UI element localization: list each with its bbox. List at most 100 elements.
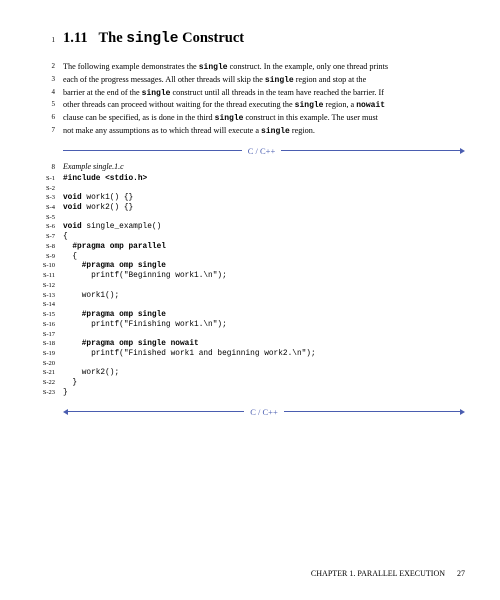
para-text: not make any assumptions as to which thr… (63, 125, 465, 138)
code-line: S-17 (20, 331, 465, 341)
code-text: } (63, 389, 68, 399)
example-filename-row: 8 Example single.1.c (20, 162, 465, 171)
code-text: } (63, 379, 77, 389)
code-text (63, 331, 68, 341)
code-line-number: S-15 (20, 311, 63, 319)
code-line: S-7{ (20, 233, 465, 243)
code-line-number: S-14 (20, 301, 63, 309)
code-text: work2(); (63, 369, 119, 379)
code-line: S-4void work2() {} (20, 204, 465, 214)
code-line: S-22 } (20, 379, 465, 389)
code-text: { (63, 233, 68, 243)
para-line-1: 2 The following example demonstrates the… (20, 61, 465, 74)
code-text: void work1() {} (63, 194, 133, 204)
code-text: void single_example() (63, 223, 161, 233)
code-line-number: S-7 (20, 233, 63, 241)
code-line-number: S-6 (20, 223, 63, 231)
triangle-right-icon (460, 148, 465, 154)
code-line: S-2 (20, 185, 465, 195)
rule-line (281, 150, 460, 151)
rule-line (284, 411, 460, 412)
code-line-number: S-12 (20, 282, 63, 290)
code-line: S-10 #pragma omp single (20, 262, 465, 272)
code-line: S-14 (20, 301, 465, 311)
para-line-4: 5 other threads can proceed without wait… (20, 99, 465, 112)
lang-label: C / C++ (242, 146, 282, 156)
code-line-number: S-8 (20, 243, 63, 251)
code-block: S-1#include <stdio.h>S-2 S-3void work1()… (20, 175, 465, 399)
para-margin: 2 (20, 61, 63, 71)
heading-mono: single (126, 31, 178, 47)
code-line: S-15 #pragma omp single (20, 311, 465, 321)
code-text: #include <stdio.h> (63, 175, 147, 185)
para-margin: 7 (20, 125, 63, 135)
code-line-number: S-2 (20, 185, 63, 193)
para-margin: 3 (20, 74, 63, 84)
para-text: each of the progress messages. All other… (63, 74, 465, 87)
code-line: S-1#include <stdio.h> (20, 175, 465, 185)
code-line: S-23} (20, 389, 465, 399)
para-margin: 6 (20, 112, 63, 122)
code-line-number: S-17 (20, 331, 63, 339)
code-text (63, 185, 68, 195)
heading-after: Construct (178, 30, 244, 46)
code-text (63, 282, 68, 292)
code-line-number: S-19 (20, 350, 63, 358)
code-line: S-21 work2(); (20, 369, 465, 379)
code-line-number: S-22 (20, 379, 63, 387)
code-text: printf("Beginning work1.\n"); (63, 272, 227, 282)
example-margin: 8 (20, 162, 63, 171)
code-text: { (63, 253, 77, 263)
rule-line (68, 411, 244, 412)
para-text: clause can be specified, as is done in t… (63, 112, 465, 125)
lang-rule-bottom: C / C++ (63, 407, 465, 417)
code-text: #pragma omp single (63, 262, 166, 272)
code-line: S-13 work1(); (20, 292, 465, 302)
code-line-number: S-23 (20, 389, 63, 397)
lang-rule-top: C / C++ (63, 146, 465, 156)
code-text (63, 214, 68, 224)
para-line-6: 7 not make any assumptions as to which t… (20, 125, 465, 138)
rule-line (63, 150, 242, 151)
example-filename: Example single.1.c (63, 162, 124, 171)
code-line-number: S-18 (20, 340, 63, 348)
code-text: #pragma omp single nowait (63, 340, 199, 350)
code-line: S-11 printf("Beginning work1.\n"); (20, 272, 465, 282)
chapter-label: CHAPTER 1. PARALLEL EXECUTION (311, 569, 445, 578)
para-line-5: 6 clause can be specified, as is done in… (20, 112, 465, 125)
code-line: S-18 #pragma omp single nowait (20, 340, 465, 350)
code-line-number: S-9 (20, 253, 63, 261)
code-line-number: S-10 (20, 262, 63, 270)
para-line-3: 4 barrier at the end of the single const… (20, 87, 465, 100)
code-text: work1(); (63, 292, 119, 302)
para-margin: 5 (20, 99, 63, 109)
para-text: barrier at the end of the single constru… (63, 87, 465, 100)
code-line-number: S-20 (20, 360, 63, 368)
code-text: #pragma omp parallel (63, 243, 166, 253)
code-line: S-12 (20, 282, 465, 292)
code-text: #pragma omp single (63, 311, 166, 321)
code-text: printf("Finished work1 and beginning wor… (63, 350, 316, 360)
para-line-2: 3 each of the progress messages. All oth… (20, 74, 465, 87)
code-text (63, 360, 68, 370)
para-text: other threads can proceed without waitin… (63, 99, 465, 112)
heading-margin-num: 1 (20, 36, 63, 44)
code-line-number: S-13 (20, 292, 63, 300)
code-text (63, 301, 68, 311)
code-line: S-16 printf("Finishing work1.\n"); (20, 321, 465, 331)
code-line: S-9 { (20, 253, 465, 263)
section-heading-row: 1 1.11 The single Construct (20, 30, 465, 47)
code-text: printf("Finishing work1.\n"); (63, 321, 227, 331)
lang-label: C / C++ (244, 407, 284, 417)
code-line: S-5 (20, 214, 465, 224)
code-line: S-8 #pragma omp parallel (20, 243, 465, 253)
para-text: The following example demonstrates the s… (63, 61, 465, 74)
code-text: void work2() {} (63, 204, 133, 214)
code-line-number: S-5 (20, 214, 63, 222)
code-line-number: S-3 (20, 194, 63, 202)
code-line-number: S-1 (20, 175, 63, 183)
section-number: 1.11 (63, 30, 88, 46)
code-line: S-3void work1() {} (20, 194, 465, 204)
section-heading: 1.11 The single Construct (63, 30, 244, 47)
code-line-number: S-16 (20, 321, 63, 329)
